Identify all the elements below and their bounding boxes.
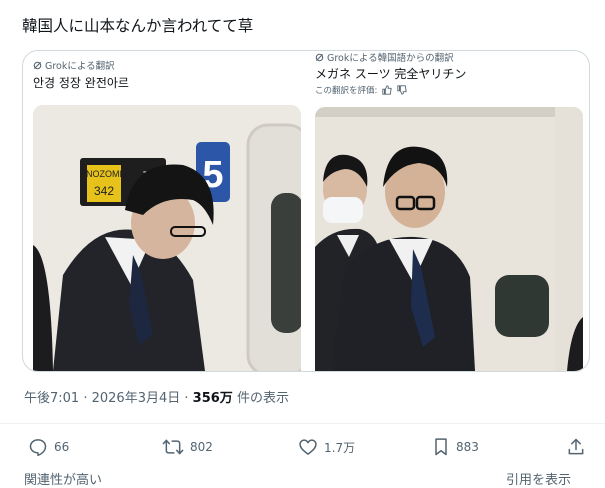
- tweet-text: 韓国人に山本なんか言われてて草: [22, 17, 254, 35]
- reply-button[interactable]: 66: [28, 437, 69, 457]
- grok-icon: [33, 61, 42, 69]
- thumbs-down-icon[interactable]: [397, 85, 408, 95]
- rate-translation: この翻訳を評価:: [315, 84, 408, 96]
- sort-relevance[interactable]: 関連性が高い: [24, 469, 102, 488]
- thumbs-up-icon[interactable]: [382, 85, 393, 95]
- media-image-right[interactable]: Grokによる韓国語からの翻訳 メガネ スーツ 完全ヤリチン この翻訳を評価:: [308, 51, 589, 371]
- reply-icon: [29, 439, 47, 457]
- media-image-left[interactable]: Grokによる翻訳 안경 정장 완전아르 5 NOZOMI 342 Tok: [23, 51, 306, 371]
- like-count: 1.7万: [324, 440, 356, 455]
- share-button[interactable]: [566, 437, 586, 457]
- photo-right: [315, 107, 583, 371]
- bookmark-icon: [435, 438, 447, 456]
- led-train-number: 342: [94, 184, 114, 198]
- translated-text: メガネ スーツ 完全ヤリチン: [315, 67, 467, 81]
- reply-count: 66: [54, 440, 70, 454]
- bookmark-count: 883: [456, 440, 479, 454]
- translation-source-label: Grokによる翻訳: [45, 61, 115, 72]
- translation-header-left: Grokによる翻訳: [33, 58, 115, 72]
- view-count-label: 件の表示: [236, 391, 289, 406]
- rate-label: この翻訳を評価:: [315, 86, 378, 96]
- share-icon: [568, 438, 584, 455]
- repost-count: 802: [190, 440, 213, 454]
- meta-separator: ·: [83, 391, 92, 406]
- view-quotes[interactable]: 引用を表示: [506, 469, 571, 488]
- bookmark-button[interactable]: 883: [432, 437, 479, 457]
- view-count: 356万: [192, 391, 233, 406]
- translation-header-right: Grokによる韓国語からの翻訳: [315, 51, 454, 64]
- media-card[interactable]: Grokによる翻訳 안경 정장 완전아르 5 NOZOMI 342 Tok: [22, 50, 590, 372]
- repost-icon: [162, 439, 184, 455]
- like-button[interactable]: 1.7万: [298, 437, 355, 457]
- translated-text: 안경 정장 완전아르: [33, 76, 129, 90]
- tweet-time[interactable]: 午後7:01: [24, 391, 79, 406]
- grok-icon: [315, 53, 324, 61]
- led-train-name: NOZOMI: [86, 169, 122, 179]
- meta-separator: ·: [184, 391, 193, 406]
- tweet-date[interactable]: 2026年3月4日: [92, 391, 181, 406]
- tweet-meta: 午後7:01 · 2026年3月4日 · 356万 件の表示: [24, 387, 289, 406]
- photo-left: 5 NOZOMI 342 Tok: [33, 105, 301, 371]
- repost-button[interactable]: 802: [162, 437, 213, 457]
- heart-icon: [299, 439, 317, 455]
- translation-source-label: Grokによる韓国語からの翻訳: [327, 53, 454, 64]
- divider: [0, 423, 605, 424]
